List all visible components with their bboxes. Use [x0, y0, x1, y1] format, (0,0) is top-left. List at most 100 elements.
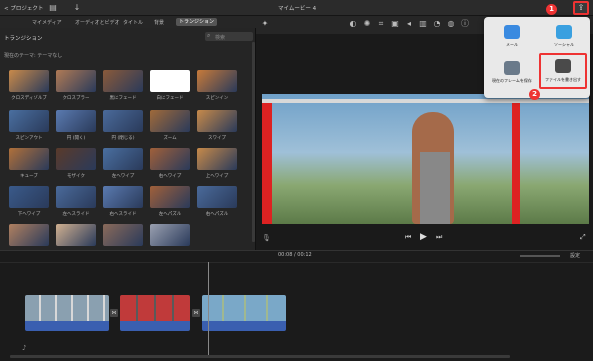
athlete-shirt	[420, 152, 450, 224]
transition-thumbnail[interactable]	[150, 148, 190, 170]
playhead[interactable]	[208, 262, 209, 357]
transition-thumbnail[interactable]	[150, 186, 190, 208]
transition-thumbnail[interactable]	[103, 224, 143, 246]
skip-forward-icon[interactable]: ⏭	[436, 233, 442, 242]
transition-marker-1[interactable]: ⋈	[110, 309, 118, 317]
social-icon[interactable]	[556, 25, 572, 39]
tab-titles[interactable]: タイトル	[123, 19, 143, 26]
transition-thumbnail[interactable]	[103, 186, 143, 208]
timeline-clip-2[interactable]	[120, 295, 190, 331]
transition-label: クロスブラー	[62, 96, 90, 101]
export-file-highlight[interactable]: ファイルを書き出す	[539, 53, 587, 89]
zoom-slider[interactable]	[520, 255, 560, 257]
time-readout: 00:08 / 00:12	[278, 252, 312, 258]
tab-transitions[interactable]: トランジション	[176, 18, 218, 26]
project-title: マイムービー 4	[278, 6, 317, 12]
tab-audio-video[interactable]: オーディオとビデオ	[75, 19, 120, 26]
frame-right	[512, 103, 520, 224]
transition-label: 下へワイプ	[17, 212, 41, 217]
transition-thumbnail[interactable]	[56, 70, 96, 92]
audio-icon[interactable]: ♪	[22, 344, 26, 352]
transition-thumbnail[interactable]	[9, 186, 49, 208]
transition-thumbnail[interactable]	[9, 110, 49, 132]
transition-label: 左へワイプ	[111, 174, 135, 179]
transition-thumbnail[interactable]	[9, 148, 49, 170]
transition-label: スワイプ	[208, 136, 226, 141]
equalizer-icon[interactable]: ▥	[418, 19, 428, 29]
transition-thumbnail[interactable]	[103, 70, 143, 92]
transition-label: 白にフェード	[156, 96, 184, 101]
transition-label: 左へパズル	[158, 212, 182, 217]
tab-backgrounds[interactable]: 背景	[154, 19, 164, 26]
transition-label: 黒にフェード	[109, 96, 137, 101]
film-icon	[555, 59, 571, 73]
transition-label: クロスディゾルブ	[11, 96, 47, 101]
step-badge-2: 2	[529, 89, 540, 100]
timeline-settings-button[interactable]: 設定	[570, 252, 580, 259]
stabilization-icon[interactable]: ▣	[390, 19, 400, 29]
search-input[interactable]: ⌕ 検索	[205, 32, 253, 41]
transition-label: 右へパズル	[205, 212, 229, 217]
transition-label: 右へスライド	[109, 212, 137, 217]
time-current: 00:08	[278, 252, 293, 258]
mail-icon[interactable]	[504, 25, 520, 39]
transition-thumbnail[interactable]	[150, 224, 190, 246]
transition-thumbnail[interactable]	[197, 110, 237, 132]
transition-thumbnail[interactable]	[150, 70, 190, 92]
transition-label: スピンイン	[205, 96, 229, 101]
transition-thumbnail[interactable]	[9, 70, 49, 92]
transition-label: 左へスライド	[62, 212, 90, 217]
share-button[interactable]: ⇪	[573, 1, 589, 15]
transition-label: モザイク	[67, 174, 85, 179]
transition-thumbnail[interactable]	[150, 110, 190, 132]
skip-back-icon[interactable]: ⏮	[405, 233, 411, 242]
crop-icon[interactable]: ⌗	[376, 19, 386, 29]
share-social-label[interactable]: ソーシャル	[542, 42, 586, 48]
transition-label: 円 (閉じる)	[111, 136, 135, 141]
share-save-frame-label[interactable]: 現在のフレームを保存	[490, 78, 534, 84]
transition-label: 上へワイプ	[205, 174, 229, 179]
theme-label: 現在のテーマ: テーマなし	[4, 53, 63, 59]
share-export-file-label: ファイルを書き出す	[545, 77, 581, 82]
timeline-clip-3[interactable]	[202, 295, 286, 331]
save-frame-icon[interactable]	[504, 61, 520, 75]
transition-thumbnail[interactable]	[103, 148, 143, 170]
transition-thumbnail[interactable]	[9, 224, 49, 246]
color-balance-icon[interactable]: ◐	[348, 19, 358, 29]
volume-icon[interactable]: ◂	[404, 19, 414, 29]
transition-thumbnail[interactable]	[56, 186, 96, 208]
media-tabs-bar: マイメディア オーディオとビデオ タイトル 背景 トランジション	[0, 16, 256, 28]
transition-thumbnail[interactable]	[197, 148, 237, 170]
transition-marker-2[interactable]: ⋈	[192, 309, 200, 317]
video-preview[interactable]	[262, 94, 589, 224]
timeline-clip-1[interactable]	[25, 295, 109, 331]
transition-thumbnail[interactable]	[197, 70, 237, 92]
filter-icon[interactable]: ◍	[446, 19, 456, 29]
transition-thumbnail[interactable]	[56, 224, 96, 246]
frame-left	[262, 103, 272, 224]
transition-label: 円 (開く)	[66, 136, 86, 141]
timeline-scrollbar[interactable]	[10, 355, 510, 358]
import-icon[interactable]: ↓	[72, 3, 82, 13]
top-toolbar: < プロジェクト ▤ ↓ マイムービー 4	[0, 0, 593, 16]
transition-thumbnail[interactable]	[197, 186, 237, 208]
play-icon[interactable]: ▶	[420, 232, 427, 242]
browser-scrollbar[interactable]	[252, 42, 255, 242]
pullup-bar	[262, 99, 589, 103]
share-mail-label[interactable]: メール	[490, 42, 534, 48]
transition-thumbnail[interactable]	[56, 148, 96, 170]
microphone-icon[interactable]: 🎙	[262, 234, 271, 242]
magic-wand-icon[interactable]: ✦	[260, 19, 270, 29]
fullscreen-icon[interactable]: ⤢	[580, 233, 586, 242]
step-badge-1: 1	[546, 4, 557, 15]
color-correction-icon[interactable]: ✺	[362, 19, 372, 29]
library-toggle-icon[interactable]: ▤	[48, 3, 58, 13]
tab-my-media[interactable]: マイメディア	[32, 19, 62, 26]
back-to-projects-button[interactable]: < プロジェクト	[4, 4, 43, 12]
share-popup: メール ソーシャル 現在のフレームを保存 ファイルを書き出す	[484, 17, 590, 98]
transition-label: キューブ	[20, 174, 38, 179]
speed-icon[interactable]: ◔	[432, 19, 442, 29]
transition-thumbnail[interactable]	[103, 110, 143, 132]
info-icon[interactable]: ⓘ	[460, 19, 470, 29]
transition-thumbnail[interactable]	[56, 110, 96, 132]
